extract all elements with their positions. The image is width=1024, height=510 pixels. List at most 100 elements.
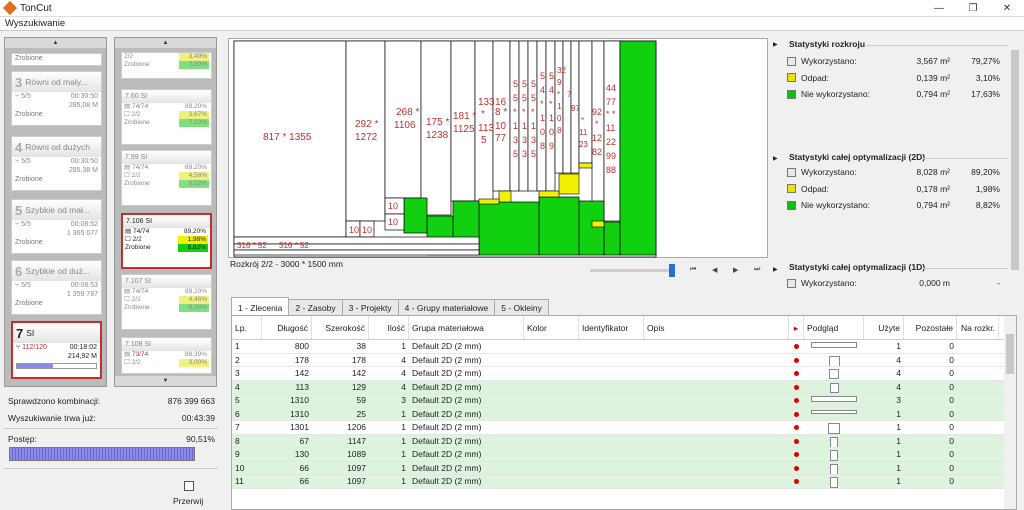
slider-thumb[interactable]	[669, 264, 675, 277]
result-card[interactable]: 7.107 SI ▤ 74/74 89,20% ☐ 2/2 4,46% Zrobione 6…	[121, 274, 212, 330]
last-layout-icon[interactable]: ⏭	[754, 266, 760, 274]
minimize-button[interactable]: —	[922, 0, 956, 17]
pieces-count: ▤ 74/74	[125, 228, 149, 236]
piece-preview	[804, 448, 864, 461]
strategy-card[interactable]: 6 Szybkie od duż... ⑂ 5/5 00:08:53 1 359 797…	[11, 260, 102, 315]
cell-empty	[524, 354, 579, 367]
tab-bar: 1 - Zlecenia 2 - Zasoby 3 - Projekty 4 - Gr…	[231, 297, 549, 315]
menu-search[interactable]: Wyszukiwanie	[5, 18, 65, 29]
section-title-2d-stats: Statystyki całej optymalizacji (2D)	[789, 152, 926, 162]
table-row[interactable]: 10 66 1097 1 Default 2D (2 mm) 1 0	[232, 461, 1016, 475]
strategy-card[interactable]: 3 Równi od mały... ⑂ 5/5 00:30:50 285,08 M Zr…	[11, 71, 102, 126]
svg-text:8: 8	[540, 141, 545, 151]
scrollbar-thumb[interactable]	[1006, 334, 1014, 374]
result-card[interactable]: 7.60 SI ▤ 74/74 89,20% ☐ 2/2 3,67% Zrobione 7,…	[121, 89, 212, 145]
strategy-card-top[interactable]: Zrobione	[11, 53, 102, 66]
card-status: Zrobione	[125, 244, 151, 251]
cell-l: 130	[294, 449, 309, 459]
cutting-layout-viewer[interactable]: 817 * 1355 292 * 1272 268 * 1106 175 * 1238…	[228, 38, 768, 258]
svg-text:5: 5	[513, 93, 518, 103]
column-header[interactable]: Długość	[262, 316, 312, 339]
result-row: ▤ 74/74 89,20%	[122, 103, 211, 111]
table-row[interactable]: 6 1310 25 1 Default 2D (2 mm) 1 0	[232, 407, 1016, 421]
scroll-up-icon[interactable]: ▲	[5, 38, 106, 48]
stop-label[interactable]: Przerwij	[173, 496, 203, 506]
column-header[interactable]: Pozostałe	[904, 316, 957, 339]
strategy-name: SI	[26, 328, 35, 338]
table-row[interactable]: 2 178 178 4 Default 2D (2 mm) 4 0	[232, 354, 1016, 367]
column-header[interactable]: Kolor	[524, 316, 579, 339]
stop-checkbox[interactable]	[184, 481, 194, 491]
sheet-icon: ☐	[124, 296, 132, 303]
tab-2[interactable]: 2 - Zasoby	[288, 299, 343, 315]
card-header: 5 Szybkie od mał...	[12, 200, 101, 220]
card-row: 285,08 M	[12, 101, 101, 110]
strategy-card[interactable]: 5 Szybkie od mał... ⑂ 5/5 00:08:52 1 365 677…	[11, 199, 102, 254]
column-header[interactable]: Lp.	[232, 316, 262, 339]
card-status: Zrobione	[124, 119, 150, 126]
table-row[interactable]: 11 66 1097 1 Default 2D (2 mm) 1 0	[232, 475, 1016, 489]
result-list[interactable]: ▲ 2/2 3,49% Zrobione 7,30% 7.60 SI ▤ 74/74 8…	[114, 37, 217, 387]
collapse-icon[interactable]: ▶	[773, 41, 778, 48]
table-row[interactable]: 5 1310 59 3 Default 2D (2 mm) 3 0	[232, 394, 1016, 408]
column-header[interactable]: Na rozkr.	[957, 316, 999, 339]
prev-layout-icon[interactable]: ◀	[712, 266, 717, 274]
tab-3[interactable]: 3 - Projekty	[341, 299, 399, 315]
strategy-card[interactable]: 4 Równi od dużych ⑂ 5/5 00:30:50 285,38 M Zro…	[11, 136, 102, 191]
next-layout-icon[interactable]: ▶	[733, 266, 738, 274]
card-status: Zrobione	[124, 304, 150, 311]
table-row[interactable]: 8 67 1147 1 Default 2D (2 mm) 1 0	[232, 434, 1016, 448]
result-card[interactable]: 7.108 SI ▤ 73/74 88,39% ☐ 2/2 3,00%	[121, 337, 212, 374]
table-row[interactable]: 1 800 38 1 Default 2D (2 mm) 1 0	[232, 340, 1016, 354]
cell-empty	[644, 421, 789, 434]
result-card-top[interactable]: 2/2 3,49% Zrobione 7,30%	[121, 52, 212, 79]
close-button[interactable]: ✕	[990, 0, 1024, 17]
layout-slider[interactable]	[590, 269, 675, 272]
stat-area: 0,794 m²	[916, 89, 950, 99]
column-header[interactable]: Grupa materiałowa	[409, 316, 524, 339]
column-header[interactable]: Szerokość	[312, 316, 369, 339]
cell-u: 1	[896, 408, 901, 419]
pieces-count: ▤ 74/74	[124, 103, 148, 111]
stats-scrollbar[interactable]	[1009, 38, 1021, 288]
table-row[interactable]: 9 130 1089 1 Default 2D (2 mm) 1 0	[232, 448, 1016, 462]
orders-table[interactable]: Lp. Długość Szerokość Ilość Grupa materiałow…	[231, 315, 1017, 510]
column-header[interactable]: Podgląd	[804, 316, 864, 339]
unused-value: 6,22%	[179, 180, 209, 188]
column-header[interactable]: Opis	[644, 316, 789, 339]
collapse-icon[interactable]: ▶	[773, 266, 778, 273]
waste-value: 1,98%	[178, 236, 208, 244]
svg-text:97: 97	[571, 104, 580, 113]
svg-text:5: 5	[481, 135, 487, 146]
first-layout-icon[interactable]: ⏮	[690, 266, 696, 274]
cell-q: 4	[401, 381, 406, 392]
table-scrollbar[interactable]	[1004, 316, 1016, 509]
column-header[interactable]: ▸	[789, 316, 804, 339]
result-card[interactable]: 7.106 SI ▤ 74/74 89,20% ☐ 2/2 1,98% Zrobione 8…	[121, 213, 212, 269]
table-row[interactable]: 7 1301 1206 1 Default 2D (2 mm) 1 0	[232, 421, 1016, 435]
tab-5[interactable]: 5 - Okleiny	[494, 299, 549, 315]
strategy-list[interactable]: ▲ Zrobione 3 Równi od mały... ⑂ 5/5 00:30:5…	[4, 37, 107, 387]
strategy-card[interactable]: 7 SI ⑂ 112/120 00:18:02 214,92 M	[11, 321, 102, 379]
table-row[interactable]: 4 113 129 4 Default 2D (2 mm) 4 0	[232, 380, 1016, 394]
result-card[interactable]: 7.99 SI ▤ 74/74 89,20% ☐ 2/2 4,58% Zrobione 6,…	[121, 150, 212, 206]
cell-g: Default 2D (2 mm)	[412, 368, 482, 378]
column-header[interactable]: Ilość	[369, 316, 409, 339]
table-row[interactable]: 3 142 142 4 Default 2D (2 mm) 4 0	[232, 367, 1016, 381]
collapse-icon[interactable]: ▶	[773, 155, 778, 162]
scroll-up-icon[interactable]: ▲	[115, 38, 216, 48]
tab-4[interactable]: 4 - Grupy materiałowe	[397, 299, 496, 315]
tab-1[interactable]: 1 - Zlecenia	[231, 297, 290, 315]
maximize-button[interactable]: ❐	[956, 0, 990, 17]
column-header[interactable]: Użyte	[864, 316, 904, 339]
cell-q: 1	[401, 341, 406, 351]
column-header[interactable]: Identyfikator	[579, 316, 644, 339]
scrollbar-thumb[interactable]	[1011, 50, 1019, 270]
scroll-down-icon[interactable]: ▼	[115, 376, 216, 386]
count-value: 5/5	[21, 158, 31, 165]
cell-empty	[957, 340, 999, 353]
sheets-count: ☐ 2/2	[124, 359, 141, 367]
svg-text:1: 1	[540, 113, 545, 123]
cell-lp: 3	[235, 368, 240, 378]
combinations-value: 285,38 M	[68, 167, 98, 174]
